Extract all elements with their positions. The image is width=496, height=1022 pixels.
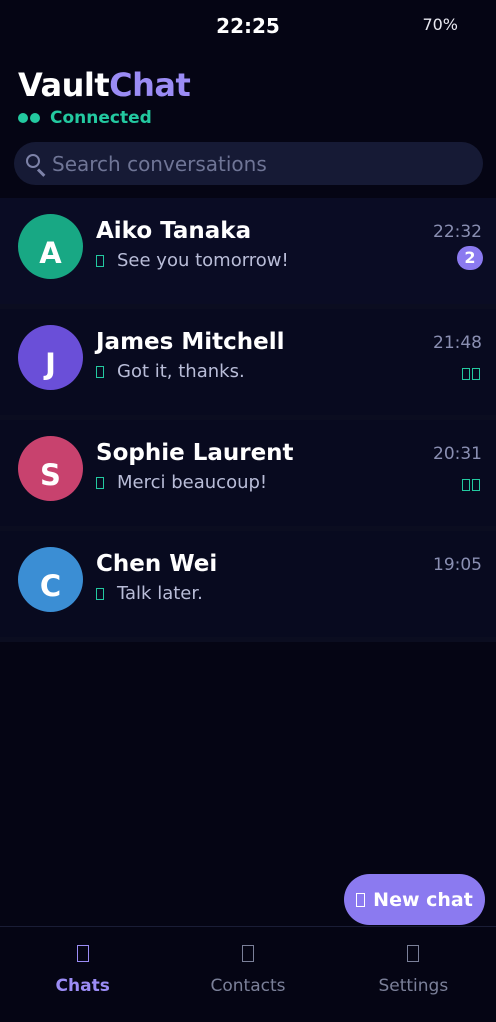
search-input[interactable] xyxy=(52,151,472,176)
tab-label: Chats xyxy=(55,976,110,996)
contact-name: Chen Wei xyxy=(96,551,218,577)
settings-icon xyxy=(407,945,420,962)
message-time: 22:32 xyxy=(433,222,482,242)
avatar: C xyxy=(18,547,83,612)
message-preview: Merci beaucoup! xyxy=(96,472,267,493)
tab-settings[interactable]: Settings xyxy=(331,927,496,1022)
sent-icon xyxy=(96,476,104,489)
preview-text: Merci beaucoup! xyxy=(117,472,268,493)
chat-icon xyxy=(76,945,89,962)
compose-icon xyxy=(356,892,366,907)
chat-row[interactable]: C Chen Wei Talk later. 19:05 xyxy=(0,531,496,642)
message-preview: Talk later. xyxy=(96,583,203,604)
unread-badge: 2 xyxy=(457,246,483,270)
sent-icon xyxy=(96,254,104,267)
preview-text: Got it, thanks. xyxy=(117,361,245,382)
tab-label: Contacts xyxy=(210,976,286,996)
new-chat-button[interactable]: New chat xyxy=(344,874,485,925)
search-bar[interactable] xyxy=(14,142,483,185)
contact-name: Aiko Tanaka xyxy=(96,218,252,244)
tab-label: Settings xyxy=(378,976,449,996)
search-icon xyxy=(24,152,48,177)
status-dot-icon xyxy=(30,113,40,123)
tab-contacts[interactable]: Contacts xyxy=(165,927,330,1022)
app-title: VaultChat xyxy=(18,66,191,104)
app-title-part1: Vault xyxy=(18,66,110,104)
avatar: J xyxy=(18,325,83,390)
message-preview: See you tomorrow! xyxy=(96,250,289,271)
read-receipt-icon xyxy=(460,479,480,491)
preview-text: See you tomorrow! xyxy=(117,250,289,271)
contacts-icon xyxy=(241,945,254,962)
chat-row[interactable]: J James Mitchell Got it, thanks. 21:48 xyxy=(0,309,496,420)
message-preview: Got it, thanks. xyxy=(96,361,245,382)
app-title-part2: Chat xyxy=(109,66,191,104)
tab-chats[interactable]: Chats xyxy=(0,927,165,1022)
avatar: S xyxy=(18,436,83,501)
sent-icon xyxy=(96,587,104,600)
chat-list: A Aiko Tanaka See you tomorrow! 22:32 2 … xyxy=(0,198,496,642)
chat-row[interactable]: A Aiko Tanaka See you tomorrow! 22:32 2 xyxy=(0,198,496,309)
contact-name: James Mitchell xyxy=(96,329,285,355)
contact-name: Sophie Laurent xyxy=(96,440,294,466)
sent-icon xyxy=(96,365,104,378)
message-time: 21:48 xyxy=(433,333,482,353)
preview-text: Talk later. xyxy=(117,583,203,604)
battery-level: 70% xyxy=(422,15,458,34)
status-dot-icon xyxy=(18,113,28,123)
message-time: 19:05 xyxy=(433,555,482,575)
bottom-nav: Chats Contacts Settings xyxy=(0,926,496,1022)
connection-status: Connected xyxy=(18,107,152,129)
chat-row[interactable]: S Sophie Laurent Merci beaucoup! 20:31 xyxy=(0,420,496,531)
read-receipt-icon xyxy=(460,368,480,380)
message-time: 20:31 xyxy=(433,444,482,464)
status-bar: 22:25 70% xyxy=(0,0,496,52)
connection-status-label: Connected xyxy=(50,108,152,128)
avatar: A xyxy=(18,214,83,279)
new-chat-label: New chat xyxy=(373,888,473,911)
